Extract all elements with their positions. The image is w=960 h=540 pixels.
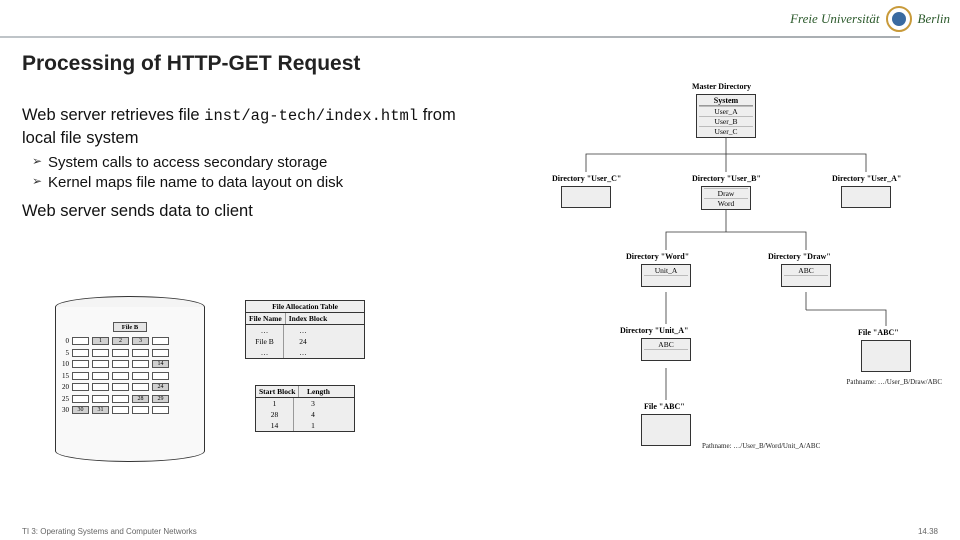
file-abc-r-box (861, 340, 911, 372)
brand-city: Berlin (918, 11, 951, 27)
word-box: Unit_A (641, 264, 691, 287)
header-divider (0, 36, 900, 38)
slide-footer: TI 3: Operating Systems and Computer Net… (22, 527, 938, 536)
directory-tree-diagram: Master Directory System User_A User_B Us… (506, 82, 946, 477)
bullet-2: Kernel maps file name to data layout on … (32, 173, 482, 193)
extent-table: Start BlockLength 13 284 141 (255, 385, 355, 432)
userB-label: Directory "User_B" (692, 174, 761, 183)
footer-right: 14.38 (918, 527, 938, 536)
unitA-label: Directory "Unit_A" (620, 326, 689, 335)
master-dir-box: System User_A User_B User_C (696, 94, 756, 138)
body-pre: Web server retrieves file (22, 106, 204, 124)
slide-body: Web server retrieves file inst/ag-tech/i… (22, 104, 482, 222)
file-abc-l-label: File "ABC" (644, 402, 685, 411)
footer-left: TI 3: Operating Systems and Computer Net… (22, 527, 197, 536)
file-abc-l-box (641, 414, 691, 446)
userA-box (841, 186, 891, 208)
userA-label: Directory "User_A" (832, 174, 901, 183)
userB-box: Draw Word (701, 186, 751, 210)
pathname-1: Pathname: …/User_B/Draw/ABC (847, 378, 942, 386)
word-label: Directory "Word" (626, 252, 689, 261)
draw-box: ABC (781, 264, 831, 287)
file-abc-r-label: File "ABC" (858, 328, 899, 337)
body-code: inst/ag-tech/index.html (204, 107, 418, 125)
pathname-2: Pathname: …/User_B/Word/Unit_A/ABC (702, 442, 820, 450)
disk-cylinder-icon: File B 0123 5 1014 15 2024 252829 303031 (55, 296, 205, 464)
draw-label: Directory "Draw" (768, 252, 831, 261)
userC-box (561, 186, 611, 208)
userC-label: Directory "User_C" (552, 174, 621, 183)
slide-title: Processing of HTTP-GET Request (22, 52, 960, 76)
brand-name: Freie Universität (790, 11, 879, 27)
bullet-1: System calls to access secondary storage (32, 153, 482, 173)
disk-diagram: File B 0123 5 1014 15 2024 252829 303031… (55, 290, 455, 480)
fat-table: File Allocation Table File NameIndex Blo… (245, 300, 365, 359)
body-2: Web server sends data to client (22, 200, 482, 222)
unitA-box: ABC (641, 338, 691, 361)
brand-seal-icon (886, 6, 912, 32)
master-dir-label: Master Directory (692, 82, 751, 91)
